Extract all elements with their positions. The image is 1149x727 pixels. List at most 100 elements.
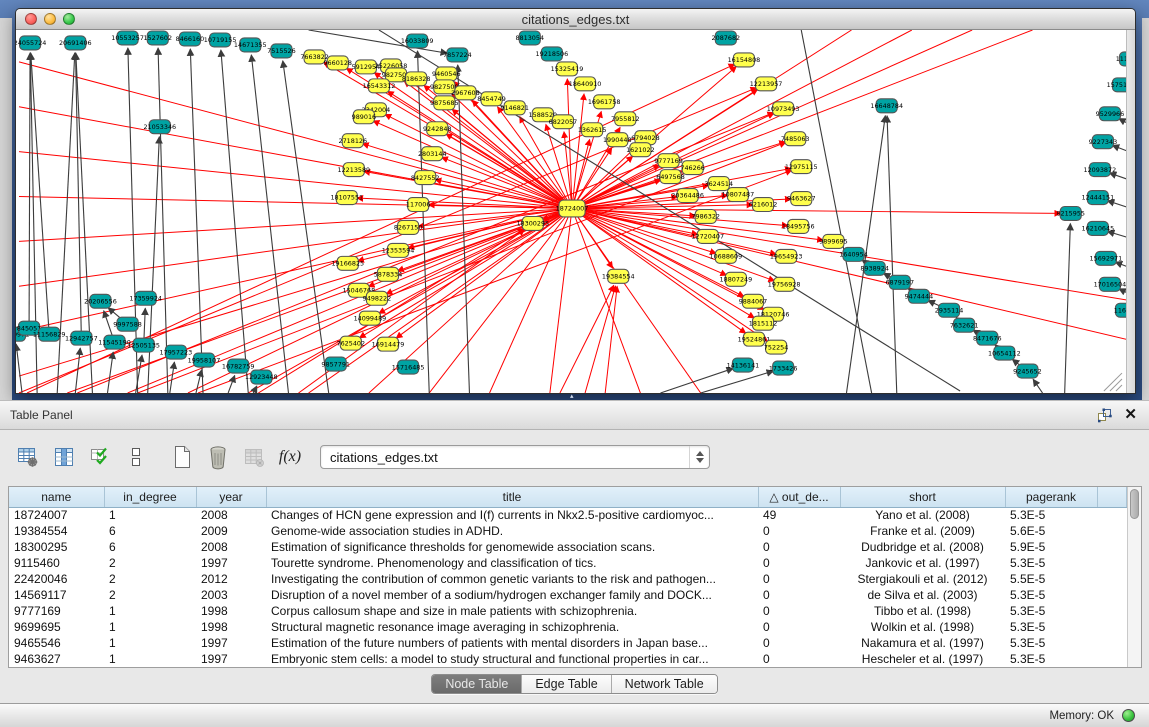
graph-edge[interactable]	[887, 116, 897, 393]
table-cell[interactable]: 0	[758, 587, 840, 603]
table-cell[interactable]: 5.3E-5	[1005, 603, 1097, 619]
graph-edge[interactable]	[19, 209, 572, 287]
delete-icon[interactable]	[204, 443, 232, 471]
graph-edge[interactable]	[572, 30, 1032, 209]
resize-grip-icon[interactable]	[1110, 379, 1122, 391]
table-cell[interactable]: Genome-wide association studies in ADHD.	[266, 523, 758, 539]
table-cell[interactable]: 6	[104, 523, 196, 539]
scrollbar-thumb[interactable]	[1130, 489, 1139, 519]
table-row[interactable]: 1938455462009Genome-wide association stu…	[9, 523, 1127, 539]
table-row[interactable]: 911546021997Tourette syndrome. Phenomeno…	[9, 555, 1127, 571]
table-vertical-scrollbar[interactable]	[1127, 487, 1141, 667]
graph-edge[interactable]	[1065, 223, 1071, 393]
graph-edge[interactable]	[19, 107, 572, 209]
column-header-filler[interactable]	[1097, 487, 1127, 507]
table-cell[interactable]: Estimation of the future numbers of pati…	[266, 635, 758, 651]
table-cell[interactable]: 1	[104, 651, 196, 667]
graph-edge[interactable]	[572, 139, 590, 208]
network-scrollbar[interactable]	[1126, 30, 1135, 393]
table-cell[interactable]: 1997	[196, 651, 266, 667]
table-cell[interactable]: 5.3E-5	[1005, 651, 1097, 667]
graph-edge[interactable]	[107, 352, 113, 393]
column-header-name[interactable]: name	[9, 487, 104, 507]
graph-edge[interactable]	[1115, 262, 1126, 269]
graph-edge[interactable]	[701, 371, 774, 393]
table-cell[interactable]: Changes of HCN gene expression and I(f) …	[266, 507, 758, 523]
table-cell[interactable]: 2	[104, 571, 196, 587]
graph-edge[interactable]	[1109, 173, 1126, 182]
tab-node-table[interactable]: Node Table	[432, 675, 521, 693]
graph-edge[interactable]	[190, 49, 203, 393]
graph-edge[interactable]	[16, 344, 22, 393]
table-cell[interactable]	[1097, 603, 1127, 619]
table-cell[interactable]: 2012	[196, 571, 266, 587]
network-canvas[interactable]: 2405572420691406105532571527602846616010…	[16, 30, 1126, 393]
graph-edge[interactable]	[1112, 145, 1126, 153]
table-row[interactable]: 946362711997Embryonic stem cells: a mode…	[9, 651, 1127, 667]
table-cell[interactable]: 1	[104, 619, 196, 635]
new-document-icon[interactable]	[168, 443, 196, 471]
table-cell[interactable]: Yano et al. (2008)	[840, 507, 1005, 523]
table-row[interactable]: 1830029562008Estimation of significance …	[9, 539, 1127, 555]
table-cell[interactable]: Jankovic et al. (1997)	[840, 555, 1005, 571]
table-cell[interactable]	[1097, 635, 1127, 651]
function-builder-icon[interactable]: f(x)	[276, 443, 304, 471]
graph-edge[interactable]	[418, 51, 430, 393]
table-cell[interactable]: 5.3E-5	[1005, 587, 1097, 603]
table-source-combobox[interactable]: citations_edges.txt	[320, 445, 710, 469]
table-cell[interactable]: 0	[758, 555, 840, 571]
graph-edge[interactable]	[1033, 379, 1042, 393]
graph-edge[interactable]	[1119, 119, 1126, 127]
table-cell[interactable]: 1	[104, 635, 196, 651]
rows-icon[interactable]	[122, 443, 150, 471]
tab-network-table[interactable]: Network Table	[611, 675, 717, 693]
graph-edge[interactable]	[19, 209, 572, 242]
graph-edge[interactable]	[1119, 289, 1126, 297]
table-settings-icon[interactable]	[14, 443, 42, 471]
table-cell[interactable]: 0	[758, 635, 840, 651]
graph-edge[interactable]	[572, 209, 775, 281]
table-cell[interactable]: Dudbridge et al. (2008)	[840, 539, 1005, 555]
table-cell[interactable]	[1097, 555, 1127, 571]
table-cell[interactable]: 2008	[196, 507, 266, 523]
close-panel-icon[interactable]: ✕	[1124, 407, 1137, 423]
table-row[interactable]: 946554611997Estimation of the future num…	[9, 635, 1127, 651]
table-cell[interactable]	[1097, 571, 1127, 587]
graph-edge[interactable]	[19, 62, 572, 209]
column-header-in_degree[interactable]: in_degree	[104, 487, 196, 507]
table-cell[interactable]: 0	[758, 651, 840, 667]
table-cell[interactable]: 1998	[196, 619, 266, 635]
table-cell[interactable]: 0	[758, 539, 840, 555]
table-cell[interactable]: 2	[104, 587, 196, 603]
network-window-titlebar[interactable]: citations_edges.txt	[16, 9, 1135, 30]
table-row[interactable]: 2242004622012Investigating the contribut…	[9, 571, 1127, 587]
table-cell[interactable]: 9115460	[9, 555, 104, 571]
table-cell[interactable]: 1997	[196, 635, 266, 651]
table-cell[interactable]: Tourette syndrome. Phenomenology and cla…	[266, 555, 758, 571]
close-traffic-light-icon[interactable]	[25, 13, 37, 25]
table-cell[interactable]: 18300295	[9, 539, 104, 555]
table-cell[interactable]: 5.3E-5	[1005, 619, 1097, 635]
table-cell[interactable]: 18724007	[9, 507, 104, 523]
table-cell[interactable]: 9777169	[9, 603, 104, 619]
zoom-traffic-light-icon[interactable]	[63, 13, 75, 25]
splitter-handle[interactable]: ▴	[570, 394, 580, 399]
table-cell[interactable]: 5.3E-5	[1005, 507, 1097, 523]
minimize-traffic-light-icon[interactable]	[44, 13, 56, 25]
table-cell[interactable]: 22420046	[9, 571, 104, 587]
table-row[interactable]: 1872400712008Changes of HCN gene express…	[9, 507, 1127, 523]
graph-edge[interactable]	[148, 137, 160, 393]
graph-edge[interactable]	[1107, 201, 1126, 210]
float-panel-icon[interactable]	[1097, 408, 1112, 423]
table-cell[interactable]: 1998	[196, 603, 266, 619]
column-header-title[interactable]: title	[266, 487, 758, 507]
graph-edge[interactable]	[228, 375, 235, 393]
table-cell[interactable]: 1	[104, 603, 196, 619]
table-cell[interactable]: 0	[758, 523, 840, 539]
table-cell[interactable]: Investigating the contribution of common…	[266, 571, 758, 587]
graph-edge[interactable]	[660, 368, 733, 393]
graph-edge[interactable]	[196, 370, 202, 393]
table-cell[interactable]: Wolkin et al. (1998)	[840, 619, 1005, 635]
column-header-pagerank[interactable]: pagerank	[1005, 487, 1097, 507]
table-cell[interactable]: 5.5E-5	[1005, 571, 1097, 587]
